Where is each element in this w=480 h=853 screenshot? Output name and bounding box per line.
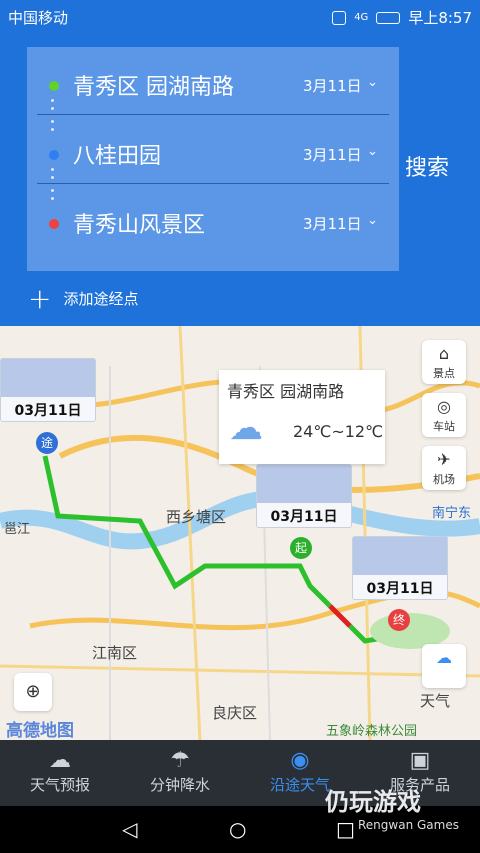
recents-icon[interactable]: □ bbox=[336, 817, 355, 841]
tab-precipitation[interactable]: ☂ 分钟降水 bbox=[120, 740, 240, 806]
divider bbox=[37, 114, 389, 115]
chevron-down-icon[interactable]: ⌄ bbox=[367, 144, 378, 159]
cloud-sun-icon bbox=[1, 359, 95, 397]
weather-card-date: 03月11日 bbox=[366, 581, 434, 597]
weather-card-date: 03月11日 bbox=[14, 403, 82, 419]
watermark-subtitle: Rengwan Games bbox=[358, 818, 459, 832]
status-icons: 4G 早上8:57 bbox=[332, 7, 472, 28]
clock: 早上8:57 bbox=[408, 9, 472, 27]
end-marker[interactable]: 终 bbox=[388, 609, 410, 631]
scenic-button[interactable]: ⌂ 景点 bbox=[422, 340, 466, 384]
weather-layer-button[interactable]: ☁ bbox=[422, 644, 466, 688]
route-row-via[interactable]: 八桂田园 3月11日 ⌄ bbox=[27, 116, 399, 184]
signal-label: 4G bbox=[354, 12, 369, 23]
battery-icon bbox=[376, 11, 401, 24]
station-button[interactable]: ◎ 车站 bbox=[422, 393, 466, 437]
via-dot-icon bbox=[49, 150, 59, 160]
locate-button[interactable]: ⊕ bbox=[14, 673, 52, 711]
route-header: 青秀区 园湖南路 3月11日 ⌄ 八桂田园 3月11日 ⌄ 青秀山风景区 3月1… bbox=[0, 32, 480, 326]
map-label-river: 邕江 bbox=[4, 522, 31, 537]
target-icon: ⊕ bbox=[25, 681, 41, 702]
station-icon: ◎ bbox=[437, 397, 451, 416]
tab-label: 分钟降水 bbox=[149, 776, 210, 794]
end-location[interactable]: 青秀山风景区 bbox=[73, 207, 205, 239]
station-label: 车站 bbox=[433, 420, 455, 433]
chevron-down-icon[interactable]: ⌄ bbox=[367, 213, 378, 228]
weather-popup: 青秀区 园湖南路 ☁ 24℃~12℃ bbox=[219, 370, 385, 464]
start-marker[interactable]: 起 bbox=[290, 537, 312, 559]
map-label-nanning-east: 南宁东 bbox=[432, 506, 472, 521]
map-logo: 高德地图 bbox=[6, 721, 74, 741]
via-location[interactable]: 八桂田园 bbox=[73, 138, 161, 170]
cloud-sun-icon: ☁ bbox=[229, 408, 263, 448]
connector-dots bbox=[51, 99, 55, 110]
start-dot-icon bbox=[49, 81, 59, 91]
alarm-icon bbox=[332, 10, 347, 25]
weather-card[interactable]: 03月11日 bbox=[256, 464, 352, 528]
add-stop-label: 添加途经点 bbox=[63, 290, 139, 308]
weather-card[interactable]: 03月11日 bbox=[0, 358, 96, 422]
route-row-start[interactable]: 青秀区 园湖南路 3月11日 ⌄ bbox=[27, 47, 399, 115]
connector-dots bbox=[51, 189, 55, 200]
scenic-label: 景点 bbox=[433, 367, 455, 380]
home-icon[interactable]: ○ bbox=[229, 817, 246, 841]
map-label-jiangnan: 江南区 bbox=[92, 644, 138, 662]
search-button[interactable]: 搜索 bbox=[405, 150, 449, 182]
cloud-sun-icon bbox=[257, 465, 351, 503]
start-location[interactable]: 青秀区 园湖南路 bbox=[73, 69, 234, 101]
carrier-label: 中国移动 bbox=[8, 9, 69, 27]
status-bar: 中国移动 4G 早上8:57 bbox=[0, 0, 480, 32]
map-label-park: 五象岭森林公园 bbox=[326, 724, 418, 739]
watermark-title: 仍玩游戏 bbox=[325, 788, 421, 816]
route-row-end[interactable]: 青秀山风景区 3月11日 ⌄ bbox=[27, 185, 399, 253]
rain-icon: ☂ bbox=[170, 748, 190, 773]
weather-button-label: 天气 bbox=[420, 692, 451, 710]
cloud-sun-icon bbox=[353, 537, 447, 575]
divider bbox=[37, 183, 389, 184]
end-date[interactable]: 3月11日 bbox=[303, 213, 362, 234]
via-marker[interactable]: 途 bbox=[36, 432, 58, 454]
end-dot-icon bbox=[49, 219, 59, 229]
map-label-liangqing: 良庆区 bbox=[212, 704, 258, 722]
popup-title: 青秀区 园湖南路 bbox=[227, 382, 345, 401]
weather-card[interactable]: 03月11日 bbox=[352, 536, 448, 600]
connector-dots bbox=[51, 168, 55, 179]
weather-card-date: 03月11日 bbox=[270, 509, 338, 525]
start-date[interactable]: 3月11日 bbox=[303, 75, 362, 96]
cloud-icon: ☁ bbox=[49, 748, 71, 773]
box-icon: ▣ bbox=[409, 748, 431, 773]
via-date[interactable]: 3月11日 bbox=[303, 144, 362, 165]
plane-icon: ✈ bbox=[437, 450, 451, 469]
airport-label: 机场 bbox=[433, 473, 455, 486]
connector-dots bbox=[51, 120, 55, 131]
cloud-sun-icon: ☁ bbox=[436, 648, 452, 667]
airport-button[interactable]: ✈ 机场 bbox=[422, 446, 466, 490]
plus-icon: + bbox=[28, 281, 52, 315]
tab-forecast[interactable]: ☁ 天气预报 bbox=[0, 740, 120, 806]
chevron-down-icon[interactable]: ⌄ bbox=[367, 75, 378, 90]
temple-icon: ⌂ bbox=[438, 344, 450, 363]
location-pin-icon: ◉ bbox=[290, 748, 310, 773]
route-box: 青秀区 园湖南路 3月11日 ⌄ 八桂田园 3月11日 ⌄ 青秀山风景区 3月1… bbox=[27, 47, 399, 271]
popup-temp: 24℃~12℃ bbox=[293, 422, 384, 441]
add-stop-button[interactable]: + 添加途经点 bbox=[28, 281, 139, 315]
back-icon[interactable]: ◁ bbox=[122, 817, 137, 841]
tab-label: 天气预报 bbox=[29, 776, 90, 794]
map-label-xixiangtang: 西乡塘区 bbox=[166, 508, 227, 526]
